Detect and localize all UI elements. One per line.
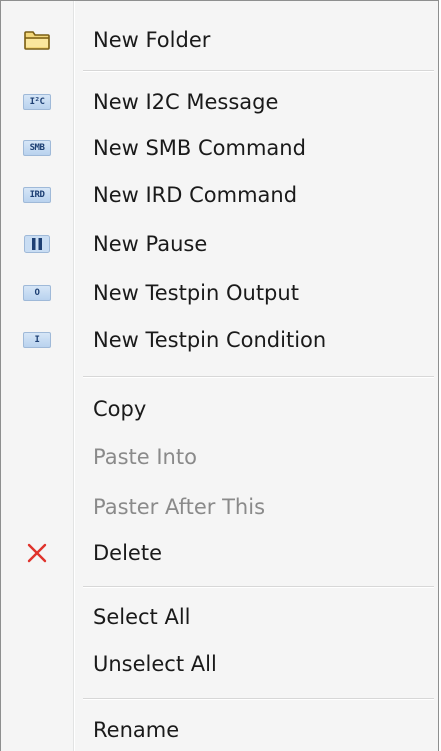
menu-item-label: Select All xyxy=(93,605,191,629)
menu-item-label: Rename xyxy=(93,718,180,742)
menu-item-new-i2c-message[interactable]: I²C New I2C Message xyxy=(1,82,438,122)
menu-item-unselect-all[interactable]: Unselect All xyxy=(1,644,438,684)
menu-item-label: Paster After This xyxy=(93,495,266,519)
menu-item-label: New SMB Command xyxy=(93,136,306,160)
menu-item-label: Copy xyxy=(93,397,147,421)
menu-item-paste-into: Paste Into xyxy=(1,437,438,477)
menu-item-delete[interactable]: Delete xyxy=(1,533,438,573)
testpin-condition-icon: I xyxy=(19,326,55,354)
menu-separator xyxy=(83,376,434,378)
pause-icon xyxy=(19,230,55,258)
testpin-output-icon: O xyxy=(19,279,55,307)
testpin-output-icon-text: O xyxy=(23,285,51,301)
menu-separator xyxy=(83,698,434,700)
i2c-icon: I²C xyxy=(19,88,55,116)
menu-item-label: Unselect All xyxy=(93,652,217,676)
menu-item-label: New IRD Command xyxy=(93,183,298,207)
menu-separator xyxy=(83,586,434,588)
menu-item-label: Delete xyxy=(93,541,162,565)
menu-item-label: New Testpin Condition xyxy=(93,328,327,352)
context-menu: New Folder I²C New I2C Message SMB New S… xyxy=(0,0,439,751)
menu-item-rename[interactable]: Rename xyxy=(1,710,438,750)
menu-item-paste-after: Paster After This xyxy=(1,487,438,527)
menu-item-new-pause[interactable]: New Pause xyxy=(1,224,438,264)
menu-separator xyxy=(83,70,434,72)
menu-item-label: New Pause xyxy=(93,232,208,256)
i2c-icon-text: I²C xyxy=(23,94,51,110)
ird-icon-text: IRD xyxy=(23,187,51,203)
menu-item-label: Paste Into xyxy=(93,445,197,469)
menu-item-new-folder[interactable]: New Folder xyxy=(1,20,438,60)
menu-item-new-smb-command[interactable]: SMB New SMB Command xyxy=(1,128,438,168)
menu-item-new-testpin-condition[interactable]: I New Testpin Condition xyxy=(1,320,438,360)
menu-item-copy[interactable]: Copy xyxy=(1,389,438,429)
menu-item-label: New I2C Message xyxy=(93,90,279,114)
testpin-condition-icon-text: I xyxy=(23,332,51,348)
menu-item-select-all[interactable]: Select All xyxy=(1,597,438,637)
menu-item-label: New Testpin Output xyxy=(93,281,299,305)
folder-icon xyxy=(19,26,55,54)
delete-icon xyxy=(19,539,55,567)
smb-icon: SMB xyxy=(19,134,55,162)
smb-icon-text: SMB xyxy=(23,140,51,156)
menu-item-label: New Folder xyxy=(93,28,211,52)
ird-icon: IRD xyxy=(19,181,55,209)
menu-item-new-testpin-output[interactable]: O New Testpin Output xyxy=(1,273,438,313)
menu-item-new-ird-command[interactable]: IRD New IRD Command xyxy=(1,175,438,215)
